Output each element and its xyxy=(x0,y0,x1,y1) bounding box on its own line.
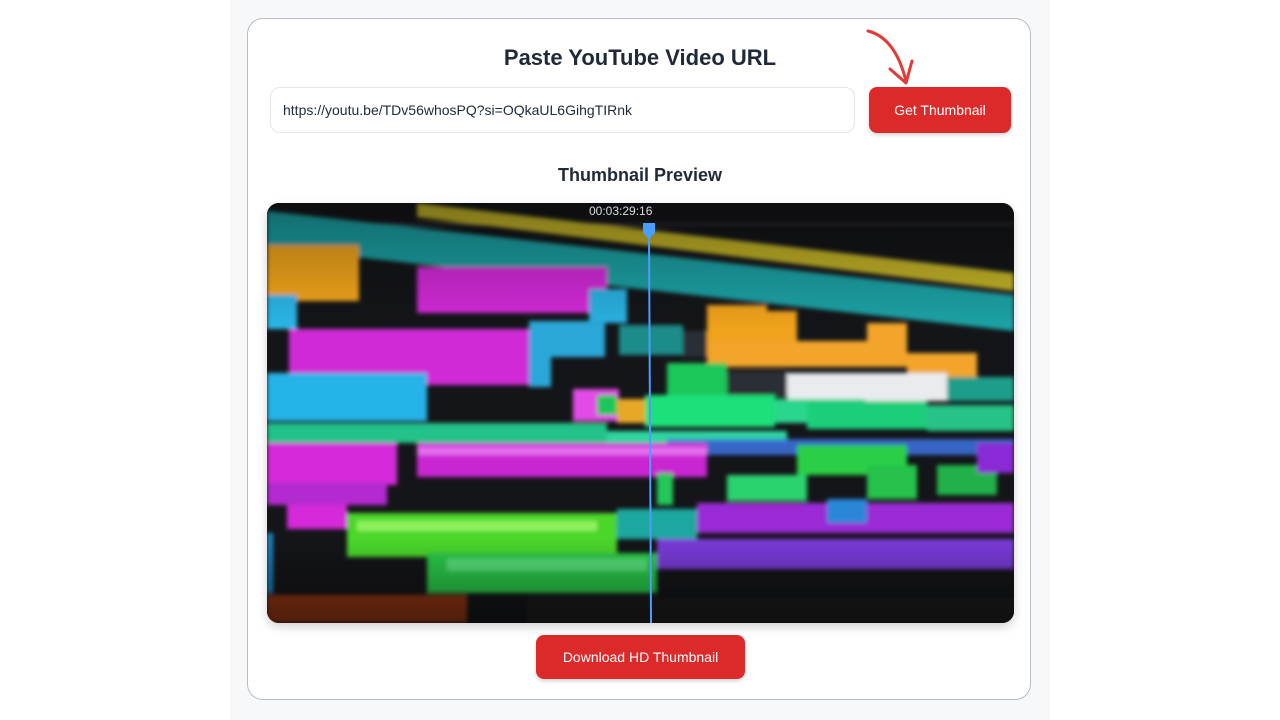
youtube-url-input[interactable] xyxy=(270,87,855,133)
timecode-label: 00:03:29:16 xyxy=(589,204,653,218)
get-thumbnail-button[interactable]: Get Thumbnail xyxy=(869,87,1011,133)
download-hd-thumbnail-button[interactable]: Download HD Thumbnail xyxy=(536,635,745,679)
hand-drawn-arrow-icon xyxy=(866,29,914,85)
timeline-illustration: 00:03:29:16 xyxy=(267,203,1014,623)
thumbnail-card: Paste YouTube Video URL Get Thumbnail Th… xyxy=(247,18,1031,700)
thumbnail-preview-image: 00:03:29:16 xyxy=(267,203,1014,623)
thumbnail-preview-heading: Thumbnail Preview xyxy=(557,165,723,185)
